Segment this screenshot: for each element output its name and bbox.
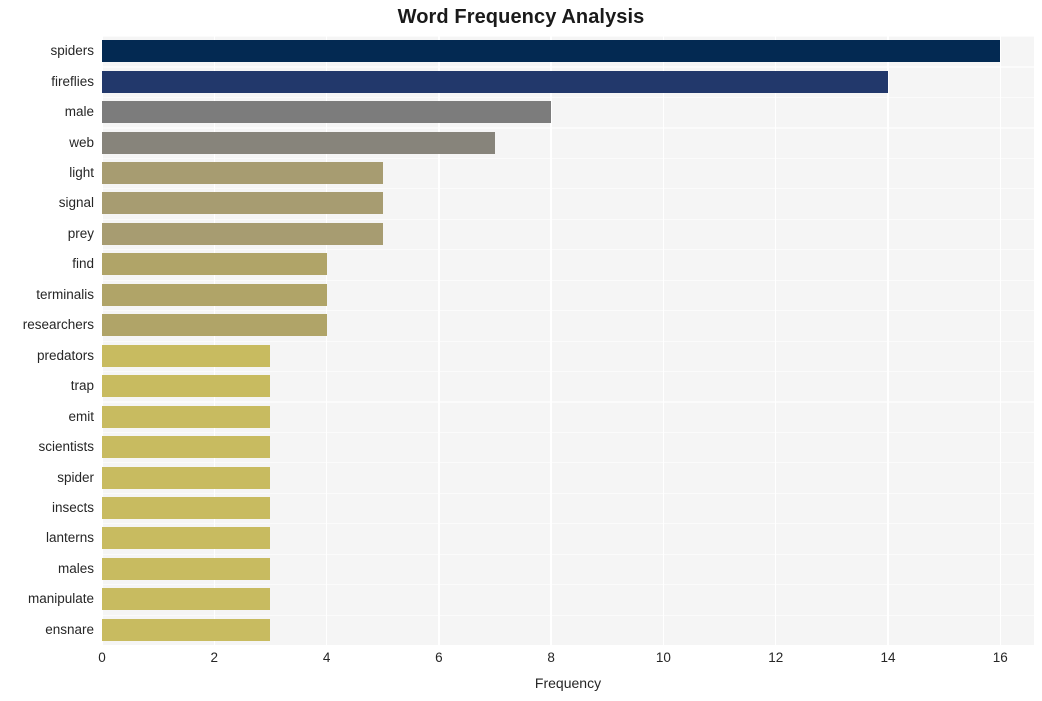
bar-light xyxy=(102,162,383,185)
bar-find xyxy=(102,253,327,276)
x-tick-label-16: 16 xyxy=(992,650,1008,665)
bar-males xyxy=(102,557,271,580)
chart-title: Word Frequency Analysis xyxy=(397,6,645,28)
y-tick-label-scientists: scientists xyxy=(38,439,94,455)
x-tick-label-14: 14 xyxy=(880,650,896,665)
y-tick-label-lanterns: lanterns xyxy=(45,530,94,546)
y-tick-label-researchers: researchers xyxy=(22,317,94,333)
bar-signal xyxy=(102,192,383,215)
y-axis-tick-labels: spiders fireflies male web light signal prey fi… xyxy=(0,36,94,645)
y-tick-label-web: web xyxy=(69,134,94,150)
x-tick-label-8: 8 xyxy=(547,650,555,665)
y-tick-label-light: light xyxy=(69,165,94,181)
y-tick-label-find: find xyxy=(72,256,94,272)
bar-emit xyxy=(102,405,271,428)
bar-terminalis xyxy=(102,283,327,306)
y-tick-label-fireflies: fireflies xyxy=(51,73,94,89)
y-tick-label-ensnare: ensnare xyxy=(45,621,94,637)
x-tick-label-10: 10 xyxy=(655,650,671,665)
bar-spider xyxy=(102,466,271,489)
bar-male xyxy=(102,101,552,124)
bar-spiders xyxy=(102,40,1001,63)
bar-lanterns xyxy=(102,527,271,550)
y-tick-label-emit: emit xyxy=(68,408,94,424)
y-tick-label-manipulate: manipulate xyxy=(27,591,94,607)
x-tick-label-12: 12 xyxy=(768,650,784,665)
x-tick-label-4: 4 xyxy=(322,650,331,665)
bar-trap xyxy=(102,375,271,398)
y-tick-label-spiders: spiders xyxy=(50,43,94,59)
bar-researchers xyxy=(102,314,327,337)
x-axis-title: Frequency xyxy=(534,675,602,691)
y-tick-label-trap: trap xyxy=(70,378,94,394)
y-tick-label-spider: spider xyxy=(57,469,94,485)
bar-ensnare xyxy=(102,618,271,641)
y-tick-label-males: males xyxy=(57,560,94,576)
y-tick-label-predators: predators xyxy=(36,347,94,363)
x-axis-tick-labels: 0 2 4 6 8 10 12 14 16 xyxy=(98,650,1034,670)
bar-predators xyxy=(102,344,271,367)
y-tick-label-signal: signal xyxy=(58,195,94,211)
bar-insects xyxy=(102,496,271,519)
word-frequency-chart: Word Frequency Analysis spiders fireflies… xyxy=(0,0,1042,701)
y-tick-label-male: male xyxy=(64,104,94,120)
y-tick-label-prey: prey xyxy=(67,225,94,241)
x-tick-label-6: 6 xyxy=(435,650,443,665)
bar-prey xyxy=(102,222,383,245)
bar-web xyxy=(102,131,495,154)
bars-layer xyxy=(102,36,1034,645)
y-tick-label-terminalis: terminalis xyxy=(36,286,94,302)
bar-manipulate xyxy=(102,588,271,611)
x-tick-label-2: 2 xyxy=(210,650,219,665)
bar-fireflies xyxy=(102,70,889,93)
y-tick-label-insects: insects xyxy=(51,499,94,515)
x-tick-label-0: 0 xyxy=(98,650,106,665)
plot-area xyxy=(102,36,1034,645)
bar-scientists xyxy=(102,436,271,459)
